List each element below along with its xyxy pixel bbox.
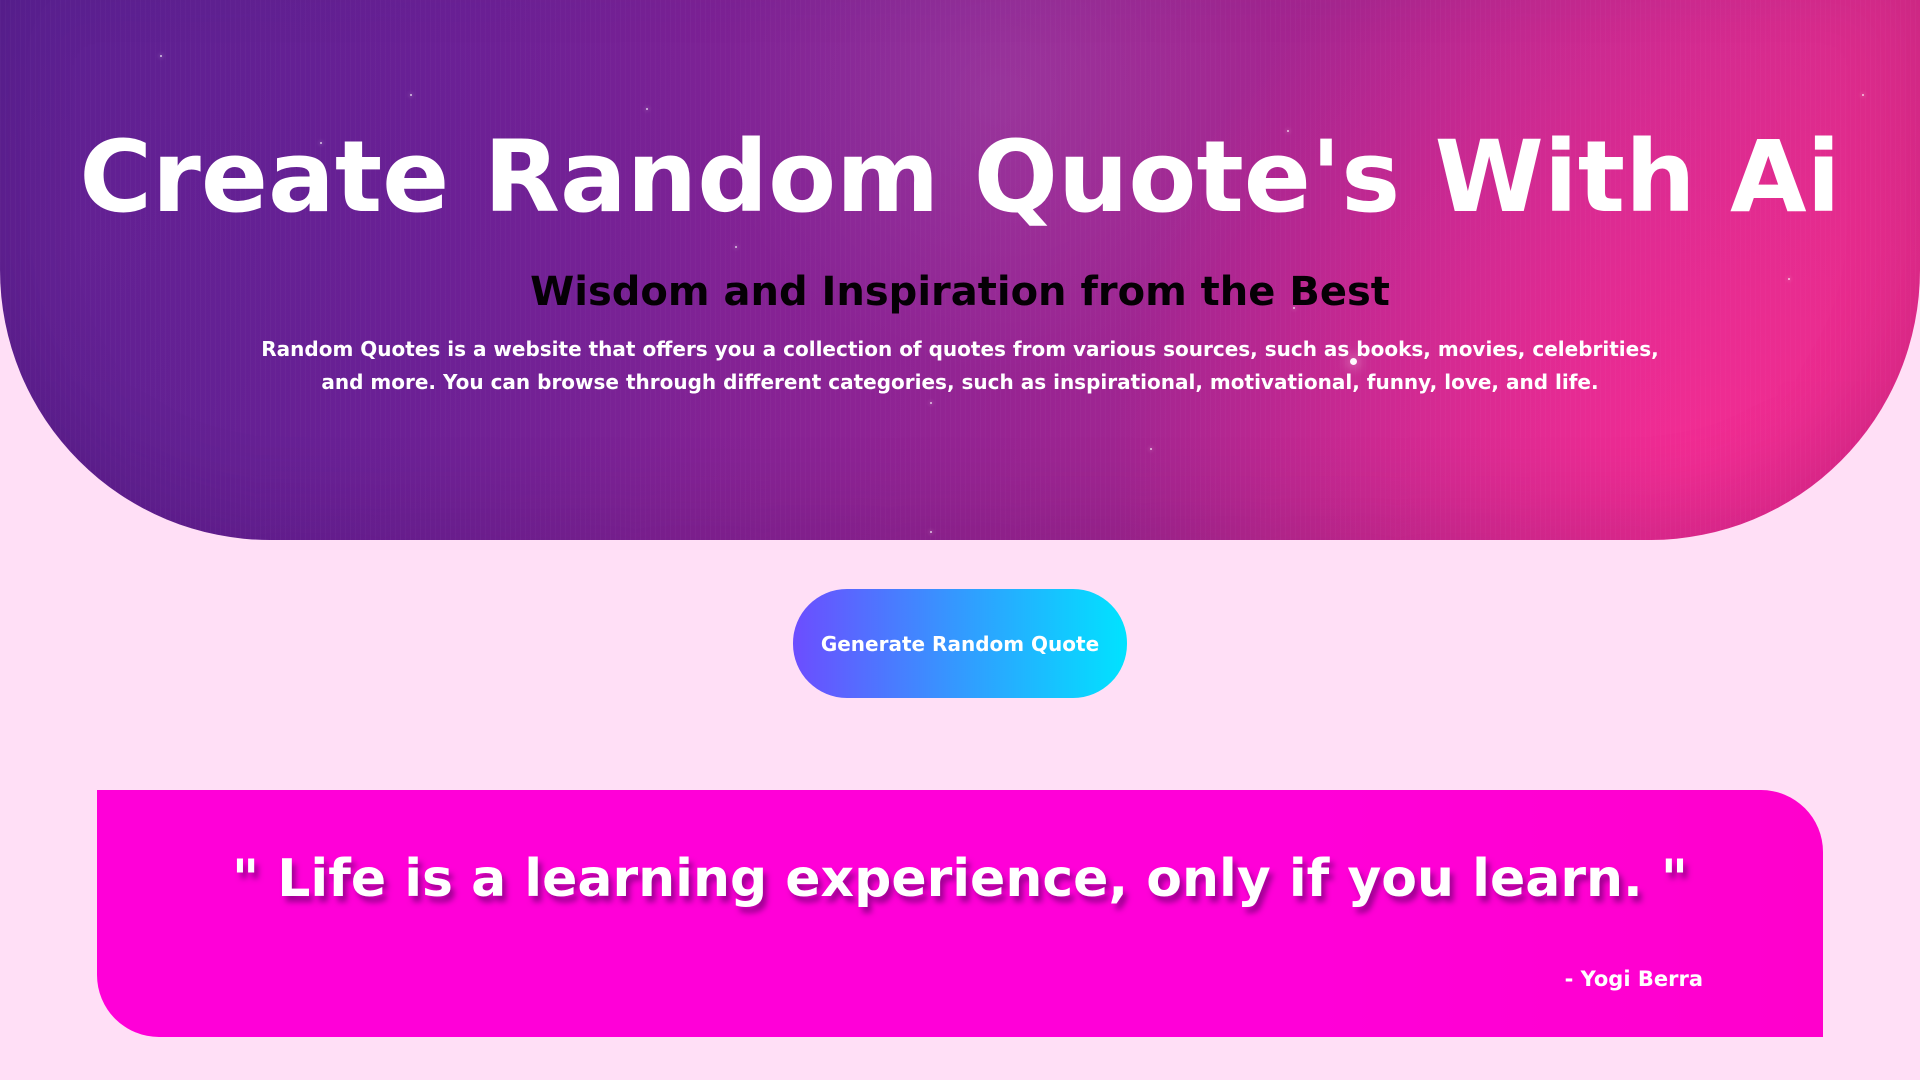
quote-text: " Life is a learning experience, only if… <box>232 849 1688 909</box>
random-quote-page: Create Random Quote's With Ai Wisdom and… <box>0 0 1920 1080</box>
quote-author: - Yogi Berra <box>1564 967 1703 991</box>
star-icon <box>1862 94 1864 96</box>
star-icon <box>646 108 648 110</box>
star-icon <box>160 55 162 57</box>
hero-subtitle: Wisdom and Inspiration from the Best <box>530 269 1390 315</box>
star-icon <box>735 246 737 248</box>
page-title: Create Random Quote's With Ai <box>79 120 1841 235</box>
star-icon <box>410 94 412 96</box>
hero-description: Random Quotes is a website that offers y… <box>261 337 1659 394</box>
generate-random-quote-button[interactable]: Generate Random Quote <box>793 589 1127 698</box>
star-icon <box>930 531 932 533</box>
hero-section: Create Random Quote's With Ai Wisdom and… <box>0 0 1920 540</box>
star-icon <box>930 402 932 404</box>
star-icon <box>1150 448 1152 450</box>
quote-card: " Life is a learning experience, only if… <box>97 790 1823 1037</box>
